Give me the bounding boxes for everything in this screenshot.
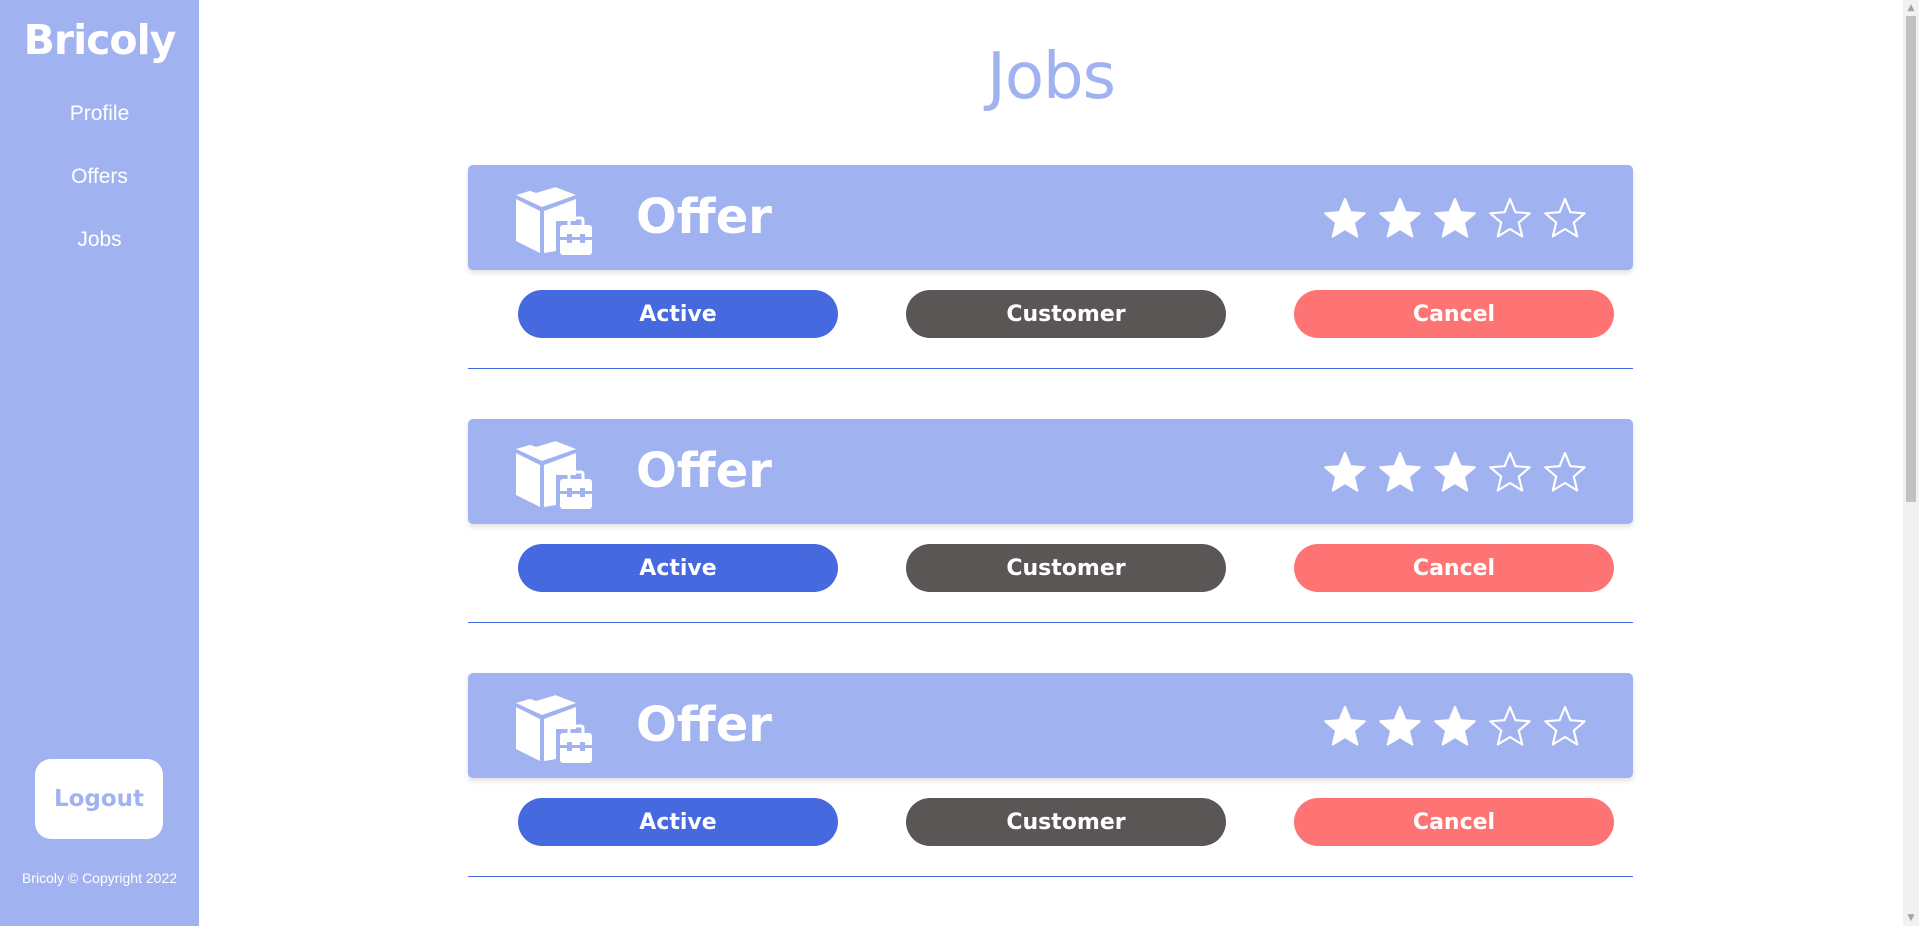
job-item: Offer Active Customer Cancel [468,165,1633,369]
star-filled-icon [1434,705,1476,746]
page-title: Jobs [987,40,1116,114]
package-toolbox-icon [516,689,592,763]
rating-stars [1323,450,1587,494]
job-card[interactable]: Offer [468,673,1633,778]
active-button[interactable]: Active [518,798,838,846]
job-card[interactable]: Offer [468,165,1633,270]
scroll-down-arrow-icon[interactable]: ▼ [1903,910,1919,926]
star-filled-icon [1379,451,1421,492]
job-title: Offer [636,443,772,499]
divider [468,876,1633,877]
job-item: Offer Active Customer Cancel [468,673,1633,877]
customer-button[interactable]: Customer [906,290,1226,338]
cancel-button[interactable]: Cancel [1294,544,1614,592]
sidebar-item-offers[interactable]: Offers [71,145,128,208]
star-filled-icon [1434,197,1476,238]
rating-stars [1323,196,1587,240]
cancel-button[interactable]: Cancel [1294,290,1614,338]
star-empty-icon [1489,451,1531,492]
star-filled-icon [1324,197,1366,238]
job-card[interactable]: Offer [468,419,1633,524]
rating-stars [1323,704,1587,748]
sidebar-item-jobs[interactable]: Jobs [77,208,121,271]
scrollbar-thumb[interactable] [1906,16,1916,502]
star-empty-icon [1544,451,1586,492]
star-empty-icon [1544,197,1586,238]
star-empty-icon [1489,705,1531,746]
star-filled-icon [1379,197,1421,238]
main-content: Jobs Offer Active Customer Cancel Offer … [199,0,1903,926]
scroll-up-arrow-icon[interactable]: ▲ [1903,0,1919,16]
star-empty-icon [1489,197,1531,238]
divider [468,368,1633,369]
job-item: Offer Active Customer Cancel [468,419,1633,623]
star-filled-icon [1379,705,1421,746]
sidebar: Bricoly Profile Offers Jobs Logout Brico… [0,0,199,926]
active-button[interactable]: Active [518,544,838,592]
job-title: Offer [636,697,772,753]
star-empty-icon [1544,705,1586,746]
customer-button[interactable]: Customer [906,544,1226,592]
cancel-button[interactable]: Cancel [1294,798,1614,846]
sidebar-item-profile[interactable]: Profile [70,82,130,145]
customer-button[interactable]: Customer [906,798,1226,846]
divider [468,622,1633,623]
package-toolbox-icon [516,435,592,509]
package-toolbox-icon [516,181,592,255]
job-title: Offer [636,189,772,245]
page-scrollbar[interactable]: ▲ ▼ [1903,0,1919,926]
star-filled-icon [1324,451,1366,492]
brand-logo[interactable]: Bricoly [24,16,177,64]
star-filled-icon [1434,451,1476,492]
sidebar-nav: Profile Offers Jobs [70,82,130,271]
star-filled-icon [1324,705,1366,746]
logout-button[interactable]: Logout [35,759,163,839]
copyright-text: Bricoly © Copyright 2022 [21,870,178,886]
active-button[interactable]: Active [518,290,838,338]
